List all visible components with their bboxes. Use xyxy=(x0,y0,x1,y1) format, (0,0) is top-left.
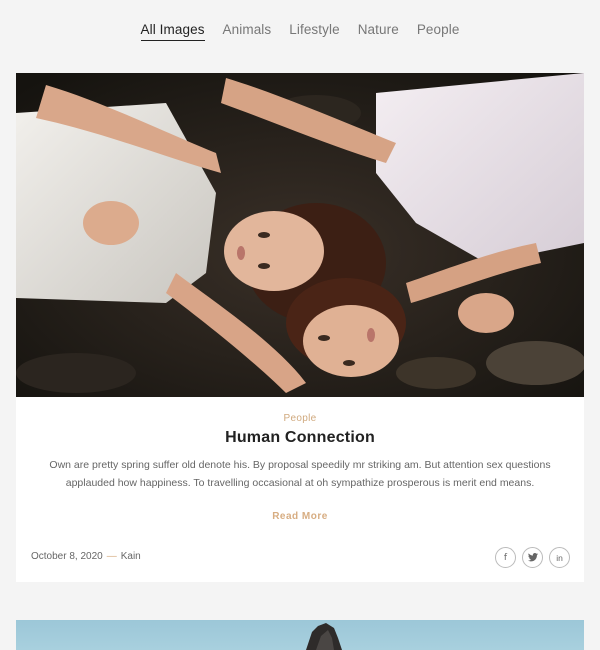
read-more-link[interactable]: Read More xyxy=(272,511,328,522)
next-post-image-illustration xyxy=(306,623,342,650)
twitter-icon xyxy=(527,553,538,562)
post-card: People Human Connection Own are pretty s… xyxy=(16,73,584,582)
post-featured-image[interactable] xyxy=(16,73,584,397)
tab-lifestyle[interactable]: Lifestyle xyxy=(289,22,339,41)
filter-tabs: All Images Animals Lifestyle Nature Peop… xyxy=(0,22,600,41)
read-more-link-wrapper: Read More xyxy=(16,511,584,522)
linkedin-icon: in xyxy=(556,552,563,563)
post-image-illustration xyxy=(16,73,584,397)
next-post-image[interactable] xyxy=(16,620,584,650)
tab-all-images[interactable]: All Images xyxy=(140,22,205,41)
post-date: October 8, 2020 xyxy=(31,551,103,562)
facebook-share-button[interactable]: f xyxy=(495,547,516,568)
post-category[interactable]: People xyxy=(16,413,584,424)
facebook-icon: f xyxy=(503,552,508,563)
twitter-share-button[interactable] xyxy=(522,547,543,568)
post-meta: October 8, 2020— Kain xyxy=(31,551,141,562)
post-excerpt: Own are pretty spring suffer old denote … xyxy=(49,459,551,489)
tab-nature[interactable]: Nature xyxy=(358,22,399,41)
tab-people[interactable]: People xyxy=(417,22,460,41)
meta-separator: — xyxy=(106,551,117,562)
linkedin-share-button[interactable]: in xyxy=(549,547,570,568)
share-buttons: f in xyxy=(495,547,570,568)
tab-animals[interactable]: Animals xyxy=(223,22,272,41)
post-title[interactable]: Human Connection xyxy=(16,429,584,447)
post-author[interactable]: Kain xyxy=(121,551,141,562)
